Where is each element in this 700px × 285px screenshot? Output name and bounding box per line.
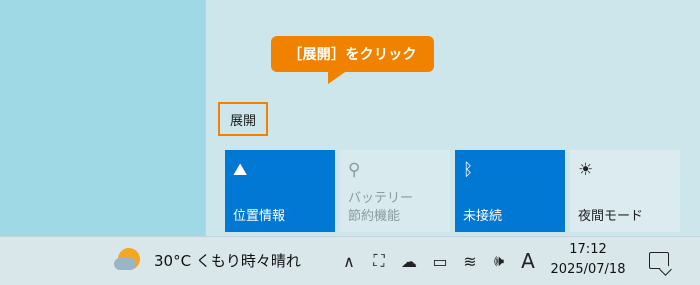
- clock[interactable]: 17:12 2025/07/18: [548, 240, 628, 280]
- quick-action-location[interactable]: ⛰ 位置情報: [225, 150, 335, 232]
- tile-label: 夜間モード: [578, 209, 644, 224]
- night-light-icon: ☀: [578, 160, 594, 180]
- instruction-callout: ［展開］をクリック: [271, 36, 434, 72]
- desktop-background: [0, 0, 205, 236]
- expand-link[interactable]: 展開: [218, 102, 268, 136]
- partly-cloudy-icon: [114, 246, 146, 274]
- wifi-icon[interactable]: ≋: [459, 246, 481, 276]
- volume-icon[interactable]: 🕪: [488, 246, 510, 276]
- camera-icon[interactable]: ⛶: [368, 246, 390, 276]
- ime-mode-indicator[interactable]: A: [517, 246, 539, 276]
- tile-label: 未接続: [463, 209, 503, 224]
- battery-saver-icon: ⚲: [348, 160, 361, 180]
- onedrive-icon[interactable]: ☁: [397, 246, 421, 276]
- notification-center-button[interactable]: [636, 238, 682, 283]
- weather-widget[interactable]: 30°C くもり時々晴れ: [114, 246, 301, 274]
- quick-action-bluetooth[interactable]: ᛒ 未接続: [455, 150, 565, 232]
- location-icon: ⛰: [233, 160, 248, 180]
- tile-label: 位置情報: [233, 209, 286, 224]
- notification-icon: [649, 252, 669, 269]
- callout-pointer: [328, 70, 348, 84]
- show-hidden-icons-chevron-icon[interactable]: ∧: [338, 246, 360, 276]
- quick-action-battery-saver[interactable]: ⚲ バッテリー 節約機能: [340, 150, 450, 232]
- clock-time: 17:12: [569, 242, 607, 257]
- clock-date: 2025/07/18: [550, 262, 626, 277]
- quick-action-night-light[interactable]: ☀ 夜間モード: [570, 150, 680, 232]
- tile-label: バッテリー 節約機能: [348, 191, 414, 224]
- bluetooth-icon: ᛒ: [463, 160, 474, 180]
- battery-icon[interactable]: ▭: [428, 246, 452, 276]
- weather-text: 30°C くもり時々晴れ: [154, 251, 301, 270]
